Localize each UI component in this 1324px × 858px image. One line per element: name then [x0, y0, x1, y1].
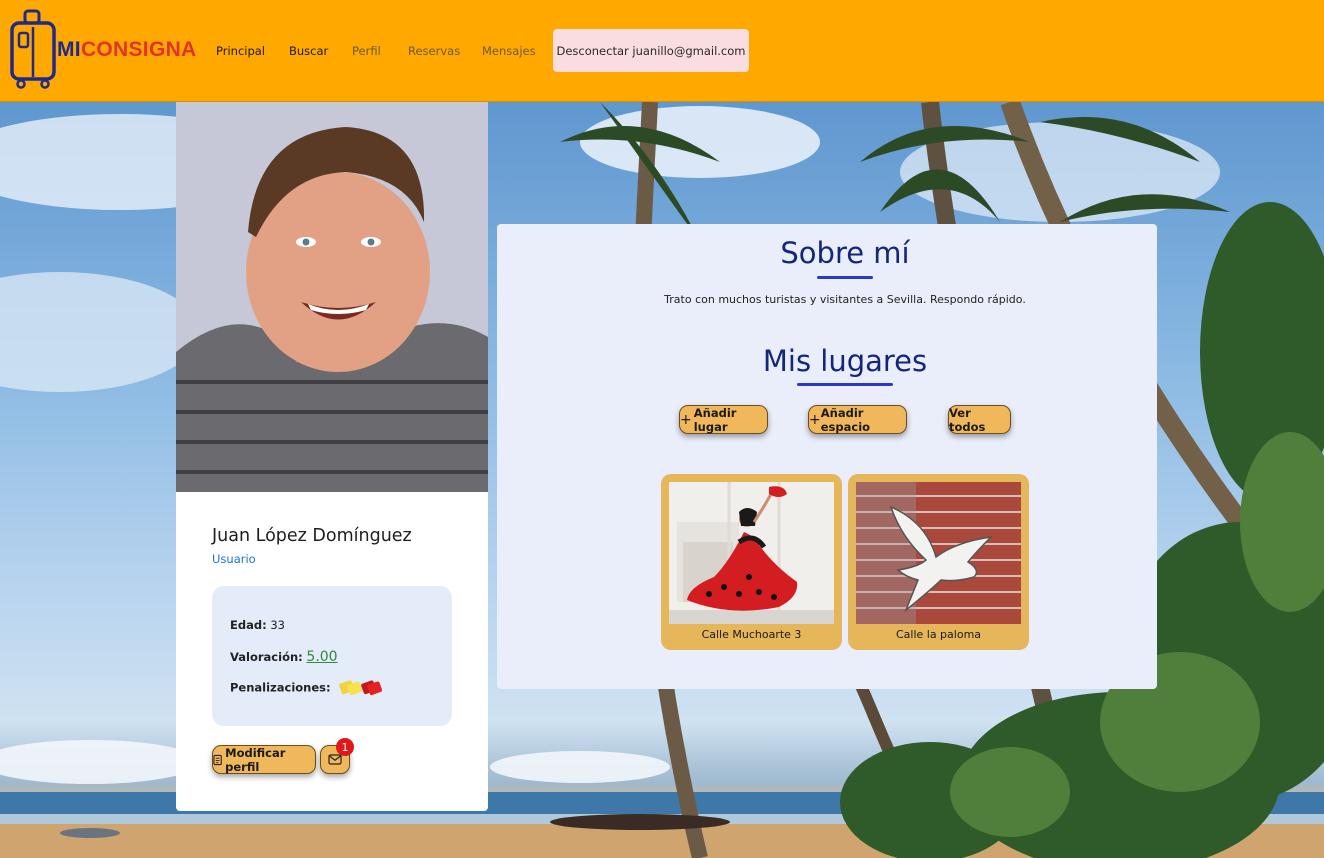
- view-all-button[interactable]: Ver todos: [948, 405, 1011, 434]
- add-space-button[interactable]: + Añadir espacio: [808, 405, 907, 434]
- age-label: Edad:: [230, 618, 267, 632]
- nav-reservas[interactable]: Reservas: [408, 44, 460, 58]
- messages-count-badge: 1: [336, 738, 354, 756]
- nav-mensajes[interactable]: Mensajes: [482, 44, 536, 58]
- brand-logo[interactable]: MICONSIGNA: [57, 38, 197, 62]
- nav-perfil[interactable]: Perfil: [352, 44, 381, 58]
- about-text: Trato con muchos turistas y visitantes a…: [664, 293, 1026, 306]
- rating-value[interactable]: 5.00: [306, 649, 337, 665]
- place-name: Calle la paloma: [895, 628, 982, 641]
- profile-info-box: Edad: 33 Valoración: 5.00 Penalizaciones…: [212, 586, 452, 726]
- profile-card: Juan López Domínguez Usuario Edad: 33 Va…: [176, 102, 488, 811]
- place-photo-dove: [856, 482, 1021, 624]
- place-name: Calle Muchoarte 3: [701, 628, 802, 641]
- penalty-cards-icon: [339, 680, 383, 696]
- add-place-label: Añadir lugar: [693, 405, 737, 434]
- brand-logo-part1: MI: [57, 38, 81, 61]
- nav-buscar[interactable]: Buscar: [289, 44, 328, 58]
- edit-profile-button[interactable]: Modificar perfil: [212, 745, 316, 774]
- about-panel: Sobre mí Trato con muchos turistas y vis…: [497, 224, 1157, 689]
- place-photo-dancer: [669, 482, 834, 624]
- add-space-label: Añadir espacio: [820, 405, 871, 434]
- document-icon: [213, 754, 222, 765]
- rating-label: Valoración:: [230, 650, 303, 664]
- logout-button[interactable]: Desconectar juanillo@gmail.com: [553, 29, 749, 72]
- about-title-underline: [817, 276, 873, 279]
- penalties-label: Penalizaciones:: [230, 680, 331, 695]
- profile-photo: [176, 102, 488, 492]
- add-place-button[interactable]: + Añadir lugar: [679, 405, 768, 434]
- penalties-row: Penalizaciones:: [230, 679, 383, 697]
- about-title: Sobre mí: [780, 236, 910, 270]
- places-title-underline: [797, 383, 893, 386]
- brand-logo-part2: CONSIGNA: [80, 38, 197, 61]
- place-card[interactable]: Calle la paloma: [848, 474, 1029, 650]
- nav-principal[interactable]: Principal: [216, 44, 265, 58]
- rating-row: Valoración: 5.00: [230, 649, 338, 665]
- age-row: Edad: 33: [230, 618, 285, 632]
- envelope-icon: [328, 754, 342, 765]
- place-card[interactable]: Calle Muchoarte 3: [661, 474, 842, 650]
- suitcase-logo-icon[interactable]: [9, 9, 57, 89]
- plus-icon: +: [809, 411, 821, 428]
- plus-icon: +: [680, 411, 692, 428]
- profile-role: Usuario: [212, 552, 256, 566]
- top-navbar: MICONSIGNA Principal Buscar Perfil Reser…: [0, 0, 1324, 102]
- places-title: Mis lugares: [762, 344, 928, 378]
- age-value: 33: [270, 618, 285, 632]
- edit-profile-label: Modificar perfil: [225, 745, 286, 774]
- profile-name: Juan López Domínguez: [212, 526, 412, 546]
